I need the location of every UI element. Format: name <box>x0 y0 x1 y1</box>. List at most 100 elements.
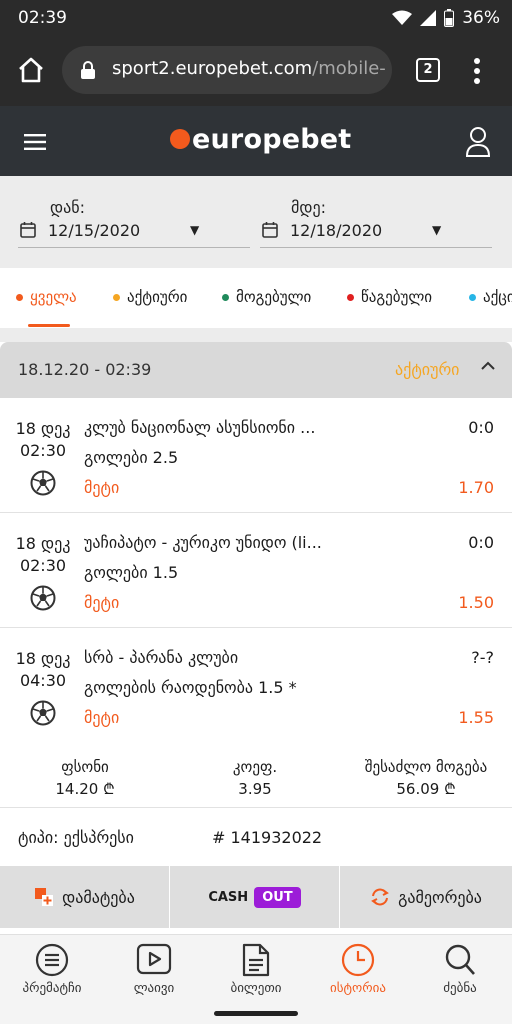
calendar-icon <box>20 222 36 238</box>
bet-type: ტიპი: ექსპრესი <box>18 828 134 847</box>
status-dot <box>469 293 476 301</box>
gesture-bar <box>0 1008 512 1024</box>
list-background <box>0 328 512 342</box>
calendar-icon <box>262 222 278 238</box>
bottom-navigation: პრემატჩი ლაივი ბილეთი ისტორია ძებნა <box>0 934 512 1008</box>
win-value: 56.09 ₾ <box>396 780 456 798</box>
repeat-button[interactable]: გამეორება <box>340 866 512 928</box>
event-name: სრბ - პარანა კლუბი <box>84 648 239 667</box>
home-indicator[interactable] <box>214 1011 298 1016</box>
bet-meta: ტიპი: ექსპრესი # 141932022 <box>0 808 512 866</box>
event-pick: მეტი <box>84 708 120 727</box>
status-dot <box>16 293 23 301</box>
bet-card-header[interactable]: 18.12.20 - 02:39 აქტიური <box>0 342 512 398</box>
nav-history[interactable]: ისტორია <box>308 943 408 996</box>
bet-event-row: 18 დეკ 02:30 კლუბ ნაციონალ ასუნსიონი ... … <box>0 398 512 513</box>
event-score: 0:0 <box>468 418 494 437</box>
bet-id: # 141932022 <box>212 828 323 847</box>
play-icon <box>136 943 172 975</box>
add-ticket-icon <box>35 888 54 906</box>
event-name: უაჩიპატო - კურიკო უნიდო (li... <box>84 533 322 552</box>
cashout-button[interactable]: CASH OUT <box>170 866 339 928</box>
nav-live[interactable]: ლაივი <box>104 943 204 996</box>
to-dropdown-arrow-icon[interactable]: ▼ <box>432 223 441 237</box>
status-dot <box>347 293 354 301</box>
status-time: 02:39 <box>18 8 67 28</box>
chevron-up-icon[interactable] <box>480 360 496 372</box>
url-text: sport2.europebet.com/mobile- <box>112 58 386 79</box>
nav-search[interactable]: ძებნა <box>410 943 510 996</box>
event-pick: მეტი <box>84 478 120 497</box>
logo-dot <box>170 129 190 149</box>
event-odd: 1.50 <box>458 593 494 612</box>
tab-all[interactable]: ყველა <box>16 288 77 306</box>
tab-active[interactable]: აქტიური <box>113 288 187 306</box>
nav-prematch[interactable]: პრემატჩი <box>2 943 102 996</box>
coef-label: კოეფ. <box>232 758 278 776</box>
cashout-label: CASH OUT <box>208 886 301 908</box>
ticket-icon <box>242 943 270 977</box>
soccer-ball-icon <box>30 585 56 611</box>
status-icons: 36% <box>392 8 500 28</box>
tab-lost[interactable]: წაგებული <box>347 288 432 306</box>
address-bar[interactable]: sport2.europebet.com/mobile- <box>62 46 392 94</box>
to-date-select[interactable]: 12/18/2020 <box>290 221 382 240</box>
from-date-label: დან: <box>50 198 85 217</box>
user-account-icon[interactable] <box>465 126 491 158</box>
to-date-underline <box>260 247 492 248</box>
status-bar: 02:39 36% <box>0 0 512 36</box>
tab-switcher-button[interactable]: 2 <box>416 58 440 82</box>
win-summary: შესაძლო მოგება 56.09 ₾ <box>348 756 504 800</box>
more-menu-icon[interactable] <box>473 58 481 84</box>
to-date-label: მდე: <box>291 198 326 217</box>
event-market: გოლები 2.5 <box>84 448 179 467</box>
home-icon[interactable] <box>17 56 45 84</box>
nav-ticket[interactable]: ბილეთი <box>206 943 306 996</box>
refresh-icon <box>371 888 390 906</box>
event-date: 18 დეკ 02:30 <box>15 534 71 575</box>
event-score: ?-? <box>471 648 494 667</box>
site-header: europebet <box>0 106 512 176</box>
brand-logo[interactable]: europebet <box>170 124 351 155</box>
event-score: 0:0 <box>468 533 494 552</box>
bet-actions: დამატება CASH OUT გამეორება <box>0 866 512 928</box>
event-odd: 1.55 <box>458 708 494 727</box>
signal-icon <box>420 10 437 26</box>
status-dot <box>222 293 229 301</box>
status-filter-tabs: ყველა აქტიური მოგებული წაგებული აქცი <box>0 268 512 328</box>
active-tab-indicator <box>28 324 70 327</box>
bet-datetime: 18.12.20 - 02:39 <box>18 360 152 379</box>
win-label: შესაძლო მოგება <box>364 758 488 776</box>
event-odd: 1.70 <box>458 478 494 497</box>
stake-label: ფსონი <box>61 758 109 776</box>
stake-summary: ფსონი 14.20 ₾ <box>30 756 140 800</box>
add-button[interactable]: დამატება <box>0 866 169 928</box>
hamburger-menu-icon[interactable] <box>24 134 46 150</box>
from-date-select[interactable]: 12/15/2020 <box>48 221 140 240</box>
event-name: კლუბ ნაციონალ ასუნსიონი ... <box>84 418 316 437</box>
from-dropdown-arrow-icon[interactable]: ▼ <box>190 223 199 237</box>
stake-value: 14.20 ₾ <box>55 780 115 798</box>
from-date-underline <box>18 247 250 248</box>
coef-value: 3.95 <box>238 780 272 798</box>
status-dot <box>113 293 120 301</box>
wifi-icon <box>392 10 413 25</box>
event-pick: მეტი <box>84 593 120 612</box>
bet-event-row: 18 დეკ 04:30 სრბ - პარანა კლუბი ?-? გოლებ… <box>0 628 512 743</box>
bet-event-row: 18 დეკ 02:30 უაჩიპატო - კურიკო უნიდო (li.… <box>0 513 512 628</box>
list-icon <box>35 943 69 977</box>
browser-toolbar: sport2.europebet.com/mobile- 2 <box>0 36 512 106</box>
battery-icon <box>444 9 455 27</box>
bet-totals: ფსონი 14.20 ₾ კოეფ. 3.95 შესაძლო მოგება … <box>0 742 512 808</box>
coef-summary: კოეფ. 3.95 <box>200 756 310 800</box>
event-date: 18 დეკ 04:30 <box>15 649 71 690</box>
tab-promo[interactable]: აქცი <box>469 288 512 306</box>
cashout-badge: OUT <box>254 886 301 908</box>
soccer-ball-icon <box>30 470 56 496</box>
bet-status: აქტიური <box>395 360 460 379</box>
tab-won[interactable]: მოგებული <box>222 288 311 306</box>
soccer-ball-icon <box>30 700 56 726</box>
event-market: გოლები 1.5 <box>84 563 179 582</box>
battery-percent: 36% <box>462 8 500 28</box>
event-market: გოლების რაოდენობა 1.5 * <box>84 678 297 697</box>
